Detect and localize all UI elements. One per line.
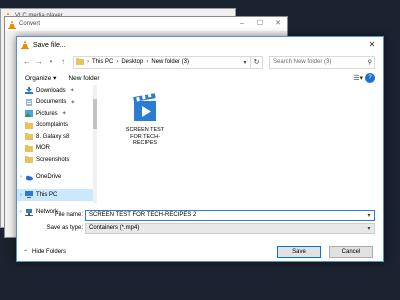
file-name-value: SCREEN TEST FOR TECH-RECIPES 2 (89, 212, 197, 218)
folder-icon (25, 121, 33, 129)
forward-arrow-icon[interactable]: → (33, 56, 45, 68)
up-arrow-icon[interactable]: ↑ (57, 56, 69, 68)
browser-body: Downloads ✦ Documents ✦ Pictures ✦ 3comp… (17, 85, 383, 216)
nav-item-pictures[interactable]: Pictures ✦ (17, 108, 94, 120)
nav-item-label: Screenshots (36, 156, 70, 163)
documents-icon (25, 98, 33, 106)
save-type-label: Save as type: (46, 225, 83, 231)
folder-icon (25, 144, 33, 152)
hide-folders-label: Hide Folders (32, 249, 67, 255)
new-folder-button[interactable]: New folder (68, 75, 99, 82)
nav-item-label: Documents (36, 99, 67, 106)
chevron-down-icon[interactable]: ▾ (364, 225, 374, 232)
close-icon[interactable]: ✕ (365, 39, 379, 51)
folder-icon (25, 156, 33, 164)
pin-icon: ✦ (61, 111, 67, 118)
downloads-icon (25, 87, 33, 95)
save-type-value: Containers (*.mp4) (89, 225, 140, 231)
nav-item-downloads[interactable]: Downloads ✦ (17, 85, 94, 97)
onedrive-icon (25, 174, 33, 181)
close-icon[interactable]: ✕ (269, 17, 287, 31)
help-icon[interactable]: ? (365, 73, 375, 83)
command-bar: Organize ▾ New folder ☰▾ ? (17, 71, 383, 85)
save-file-dialog: Save file... ✕ ← → ▾ ↑ › This PC › Deskt… (16, 36, 384, 262)
breadcrumb-this-pc[interactable]: This PC (92, 59, 113, 65)
resize-grip-icon[interactable]: ⋰ (377, 255, 382, 260)
expand-chevron-icon[interactable]: › (17, 192, 25, 198)
convert-title: Convert (19, 21, 41, 27)
navigation-pane: Downloads ✦ Documents ✦ Pictures ✦ 3comp… (17, 85, 95, 216)
maximize-icon[interactable]: ☐ (251, 17, 269, 31)
breadcrumb-desktop[interactable]: Desktop (121, 59, 143, 65)
this-pc-icon (25, 191, 33, 199)
breadcrumb-separator-icon: › (116, 59, 119, 65)
scrollbar-thumb[interactable] (93, 99, 97, 129)
nav-item-screenshots[interactable]: Screenshots (17, 154, 94, 166)
search-icon: ⚲ (367, 59, 372, 66)
view-options-icon[interactable]: ☰▾ (353, 74, 363, 82)
dialog-footer: ⌃ Hide Folders Save Cancel (17, 243, 383, 261)
nav-item-label: OneDrive (36, 174, 62, 181)
chevron-up-icon: ⌃ (23, 249, 29, 256)
breadcrumb-new-folder[interactable]: New folder (3) (151, 59, 189, 65)
nav-item-this-pc[interactable]: › This PC (17, 189, 94, 201)
nav-item-label: 8. Galaxy s8 (36, 133, 70, 140)
chevron-down-icon[interactable]: ▾ (364, 212, 374, 219)
file-item[interactable]: SCREEN TEST FOR TECH-RECIPES (123, 91, 167, 147)
save-type-row: Save as type: Containers (*.mp4) ▾ (17, 222, 383, 234)
refresh-icon[interactable]: ↻ (251, 55, 263, 69)
save-type-select[interactable]: Containers (*.mp4) ▾ (85, 222, 375, 234)
file-name-field[interactable]: SCREEN TEST FOR TECH-RECIPES 2 ▾ (85, 209, 375, 221)
nav-item-label: MOR (36, 145, 50, 152)
breadcrumb-separator-icon: › (87, 59, 89, 65)
search-placeholder: Search New folder (3) (273, 59, 332, 65)
breadcrumb-separator-icon: › (146, 59, 149, 65)
convert-title-bar: Convert – ☐ ✕ (5, 17, 287, 31)
file-name-label: File name: (54, 212, 83, 218)
vlc-cone-icon (21, 39, 29, 51)
cancel-button[interactable]: Cancel (329, 246, 373, 258)
folder-icon (76, 57, 84, 67)
hide-folders-toggle[interactable]: ⌃ Hide Folders (23, 249, 66, 256)
pin-icon: ✦ (70, 99, 76, 106)
organize-button[interactable]: Organize ▾ (25, 74, 56, 82)
nav-item-galaxy-s8[interactable]: 8. Galaxy s8 (17, 131, 94, 143)
pin-icon: ✦ (69, 88, 75, 95)
nav-item-label: Pictures (36, 110, 58, 117)
nav-item-label: Downloads (36, 87, 66, 94)
video-file-icon (130, 91, 160, 125)
nav-item-mor[interactable]: MOR (17, 143, 94, 155)
nav-item-3complaints[interactable]: 3complaints (17, 120, 94, 132)
file-name: SCREEN TEST FOR TECH-RECIPES (125, 127, 165, 146)
back-arrow-icon[interactable]: ← (21, 56, 33, 68)
minimize-icon[interactable]: – (233, 17, 251, 31)
file-name-row: File name: SCREEN TEST FOR TECH-RECIPES … (17, 209, 383, 221)
nav-item-label: This PC (36, 191, 58, 198)
nav-item-documents[interactable]: Documents ✦ (17, 97, 94, 109)
dialog-title-bar: Save file... ✕ (17, 37, 383, 53)
expand-chevron-icon[interactable]: › (17, 174, 25, 180)
address-row: ← → ▾ ↑ › This PC › Desktop › New folder… (17, 53, 383, 71)
chevron-down-icon[interactable]: ▾ (240, 59, 250, 66)
folder-icon (25, 133, 33, 141)
dialog-title: Save file... (33, 41, 66, 49)
pictures-icon (25, 110, 33, 118)
navigation-scrollbar[interactable] (93, 85, 97, 203)
recent-locations-chevron-icon[interactable]: ▾ (45, 56, 57, 68)
vlc-cone-icon (8, 19, 16, 29)
nav-item-label: 3complaints (36, 122, 69, 129)
save-options: File name: SCREEN TEST FOR TECH-RECIPES … (17, 209, 383, 234)
file-list: SCREEN TEST FOR TECH-RECIPES (101, 85, 383, 203)
convert-window-controls: – ☐ ✕ (233, 17, 287, 31)
search-input[interactable]: Search New folder (3) ⚲ (269, 55, 375, 69)
save-button[interactable]: Save (277, 246, 321, 258)
address-bar[interactable]: › This PC › Desktop › New folder (3) ▾ (73, 55, 251, 69)
nav-item-onedrive[interactable]: › OneDrive (17, 172, 94, 184)
